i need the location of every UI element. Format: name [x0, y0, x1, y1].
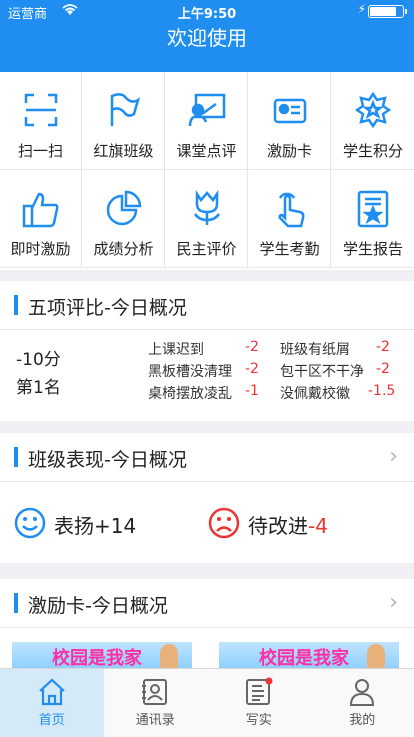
pie-chart-icon — [106, 190, 142, 226]
chevron-right-icon: › — [389, 593, 398, 613]
finger-tap-icon — [272, 190, 308, 228]
nav-bar: 欢迎使用 — [0, 20, 414, 72]
section-header[interactable]: 激励卡-今日概况 › — [0, 579, 414, 628]
banner-text: 校园是我家 — [259, 644, 349, 668]
charging-icon: ⚡ — [358, 2, 366, 16]
tab-write[interactable]: 写实 — [207, 669, 311, 737]
section-accent-bar — [14, 593, 18, 613]
grid-label: 扫一扫 — [0, 140, 81, 161]
deduction-value: -2 — [376, 361, 390, 377]
section-title: 激励卡-今日概况 — [28, 591, 168, 618]
scan-icon — [23, 92, 59, 128]
battery-icon — [368, 5, 404, 18]
section-title: 班级表现-今日概况 — [28, 445, 187, 472]
deduction-item: 黑板槽没清理 — [148, 361, 232, 381]
praise-row: 表扬+14 — [54, 510, 136, 539]
banner-text: 校园是我家 — [52, 644, 142, 668]
grid-item-incentive-card[interactable]: 激励卡 — [249, 72, 331, 170]
section-accent-bar — [14, 295, 18, 315]
report-icon — [356, 190, 390, 228]
status-bar: 运营商 上午9:50 ⚡ — [0, 0, 414, 20]
tab-bar: 首页 通讯录 写实 我的 — [0, 668, 414, 737]
incentive-banner[interactable]: 校园是我家 — [219, 642, 399, 668]
improve-row: 待改进-4 — [248, 510, 328, 539]
praise-label: 表扬 — [54, 514, 94, 538]
improve-value: -4 — [308, 514, 328, 538]
cartoon-girl-icon — [367, 644, 385, 668]
section-accent-bar — [14, 447, 18, 467]
grid-item-instant-incentive[interactable]: 即时激励 — [0, 170, 82, 268]
grid-item-democratic-eval[interactable]: 民主评价 — [166, 170, 248, 268]
id-card-icon — [272, 92, 308, 128]
deduction-value: -2 — [245, 361, 259, 377]
deduction-value: -1 — [245, 383, 259, 399]
deduction-value: -1.5 — [368, 383, 395, 399]
class-performance-section: 班级表现-今日概况 › 表扬+14 待改进-4 — [0, 433, 414, 563]
grid-label: 课堂点评 — [166, 140, 247, 161]
tab-profile[interactable]: 我的 — [311, 669, 414, 737]
grid-item-student-report[interactable]: 学生报告 — [332, 170, 414, 268]
deduction-item: 桌椅摆放凌乱 — [148, 383, 232, 403]
smile-icon — [14, 507, 46, 539]
deduction-value: -2 — [376, 339, 390, 355]
five-items-section: 五项评比-今日概况 -10分 第1名 上课迟到 -2 班级有纸屑 -2 黑板槽没… — [0, 281, 414, 421]
thumbs-up-icon — [22, 190, 60, 228]
profile-icon — [347, 677, 377, 707]
tab-label: 首页 — [0, 709, 104, 728]
grid-label: 民主评价 — [166, 238, 247, 259]
tab-label: 通讯录 — [104, 709, 208, 728]
deduction-item: 班级有纸屑 — [280, 339, 350, 359]
sad-face-icon — [208, 507, 240, 539]
grid-label: 学生考勤 — [249, 238, 330, 259]
grid-item-scan[interactable]: 扫一扫 — [0, 72, 82, 170]
grid-label: 即时激励 — [0, 238, 81, 259]
cartoon-girl-icon — [160, 644, 178, 668]
tab-label: 写实 — [207, 709, 311, 728]
incentive-banner[interactable]: 校园是我家 — [12, 642, 192, 668]
grid-item-student-points[interactable]: 学生积分 — [332, 72, 414, 170]
flag-icon — [106, 92, 142, 128]
tab-label: 我的 — [311, 709, 414, 728]
section-title: 五项评比-今日概况 — [28, 293, 187, 320]
grid-item-class-review[interactable]: 课堂点评 — [166, 72, 248, 170]
grid-item-attendance[interactable]: 学生考勤 — [249, 170, 331, 268]
deduction-item: 包干区不干净 — [280, 361, 364, 381]
star-badge-icon — [355, 92, 391, 128]
section-header: 五项评比-今日概况 — [0, 281, 414, 330]
function-grid: 扫一扫 红旗班级 课堂点评 激励卡 学生积分 即时激励 成绩分析 民主评价 学生… — [0, 72, 414, 270]
grid-label: 成绩分析 — [83, 238, 164, 259]
grid-label: 学生报告 — [332, 238, 414, 259]
rank-value: 第1名 — [16, 373, 61, 398]
write-icon — [244, 677, 274, 707]
section-header[interactable]: 班级表现-今日概况 › — [0, 433, 414, 482]
score-value: -10分 — [16, 345, 61, 370]
grid-item-red-flag[interactable]: 红旗班级 — [83, 72, 165, 170]
grid-label: 学生积分 — [332, 140, 414, 161]
page-title: 欢迎使用 — [167, 26, 247, 50]
improve-label: 待改进 — [248, 514, 308, 538]
praise-value: +14 — [94, 514, 136, 538]
deduction-value: -2 — [245, 339, 259, 355]
deduction-item: 没佩戴校徽 — [280, 383, 350, 403]
home-icon — [37, 677, 67, 707]
tab-contacts[interactable]: 通讯录 — [104, 669, 208, 737]
grid-item-grade-analysis[interactable]: 成绩分析 — [83, 170, 165, 268]
teacher-board-icon — [188, 92, 226, 128]
grid-label: 红旗班级 — [83, 140, 164, 161]
tulip-icon — [189, 190, 225, 226]
tab-home[interactable]: 首页 — [0, 669, 104, 737]
contacts-icon — [140, 677, 170, 707]
grid-label: 激励卡 — [249, 140, 330, 161]
chevron-right-icon: › — [389, 447, 398, 467]
deduction-item: 上课迟到 — [148, 339, 204, 359]
